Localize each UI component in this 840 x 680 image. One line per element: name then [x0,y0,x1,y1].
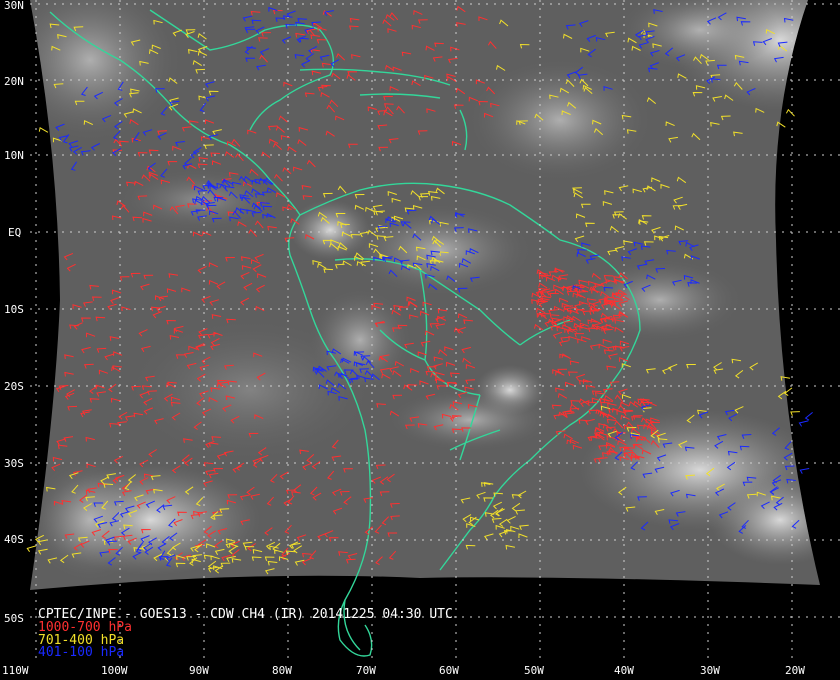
lon-label: 60W [439,664,459,677]
lon-label: 80W [272,664,292,677]
legend-high-levels: 401-100 hPa [38,645,124,660]
lat-label: 10N [4,149,24,162]
lat-label: EQ [8,226,21,239]
wind-barb [799,468,810,474]
lon-label: 100W [101,664,128,677]
lon-label: 70W [356,664,376,677]
satellite-wind-map: 30N 20N 10N EQ 10S 20S 30S 40S 50S 110W … [2,0,840,677]
longitude-labels: 110W 100W 90W 80W 70W 60W 50W 40W 30W 20… [2,664,805,677]
wind-barb [785,108,795,117]
lon-label: 50W [524,664,544,677]
lat-label: 40S [4,533,24,546]
lon-label: 40W [614,664,634,677]
lon-label: 30W [700,664,720,677]
lat-label: 30N [4,0,24,12]
wind-barb [790,411,800,416]
latitude-labels: 30N 20N 10N EQ 10S 20S 30S 40S 50S [4,0,24,625]
wind-barb [798,420,809,427]
wind-barb [38,127,49,133]
lat-label: 10S [4,303,24,316]
wind-barb [26,545,37,552]
lon-label: 110W [2,664,29,677]
lat-label: 20N [4,75,24,88]
lat-label: 30S [4,457,24,470]
lon-label: 90W [189,664,209,677]
wind-barb [804,412,813,421]
lon-label: 20W [785,664,805,677]
lat-label: 50S [4,612,24,625]
lat-label: 20S [4,380,24,393]
